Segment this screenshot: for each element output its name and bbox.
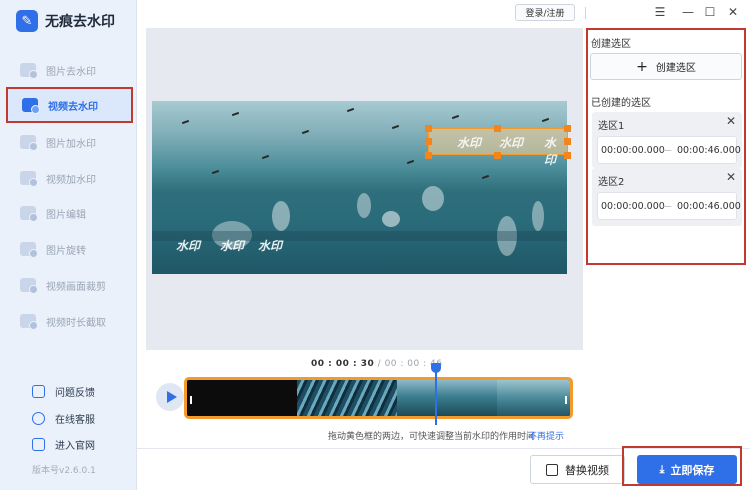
save-now-button[interactable]: ⤓ 立即保存 (637, 455, 737, 484)
region-end-time: 00:00:46.000 (677, 200, 741, 212)
trim-handle-left[interactable] (190, 396, 192, 404)
selection-handle[interactable] (564, 125, 571, 132)
watermark-text: 水印 (457, 136, 482, 150)
created-section-title: 已创建的选区 (591, 98, 651, 109)
watermark-text: 水印 (258, 239, 283, 253)
play-button[interactable] (156, 383, 184, 411)
image-icon (20, 135, 38, 151)
close-window-icon[interactable]: ✕ (724, 3, 742, 21)
sidebar-item-image-remove-watermark[interactable]: 图片去水印 (20, 60, 130, 80)
timeline-hint: 拖动黄色框的两边，可快速调整当前水印的作用时间 (328, 432, 536, 442)
selection-handle[interactable] (425, 152, 432, 159)
region-name: 选区1 (598, 121, 625, 132)
website-icon (32, 438, 45, 451)
sidebar-item-label: 图片加水印 (46, 138, 96, 150)
menu-icon[interactable]: ☰ (651, 3, 669, 21)
close-icon[interactable]: ✕ (726, 114, 736, 128)
selection-handle[interactable] (564, 152, 571, 159)
sidebar-item-label: 视频画面裁剪 (46, 281, 106, 293)
region-card[interactable]: 选区1 ✕ 00:00:00.000 — 00:00:46.000 (592, 112, 742, 168)
sidebar-item-image-edit[interactable]: 图片编辑 (20, 203, 130, 223)
save-now-label: 立即保存 (670, 463, 715, 477)
support-label: 在线客服 (55, 415, 95, 426)
region-start-time: 00:00:00.000 (601, 200, 665, 212)
image-icon (20, 206, 38, 222)
login-button[interactable]: 登录/注册 (515, 4, 575, 21)
download-icon: ⤓ (659, 462, 665, 476)
replace-video-label: 替换视频 (565, 463, 609, 477)
plus-icon: + (636, 58, 648, 75)
selection-handle[interactable] (425, 138, 432, 145)
range-dash: — (662, 144, 672, 156)
replace-video-button[interactable]: 替换视频 (530, 455, 625, 484)
support-link[interactable]: 在线客服 (32, 411, 95, 426)
website-link[interactable]: 进入官网 (32, 437, 95, 452)
sidebar-item-image-rotate[interactable]: 图片旋转 (20, 239, 130, 259)
sidebar-item-video-trim[interactable]: 视频时长截取 (20, 311, 130, 331)
watermark-text: 水印 (176, 239, 201, 253)
region-start-time: 00:00:00.000 (601, 144, 665, 156)
create-selection-button[interactable]: + 创建选区 (590, 53, 742, 80)
topbar-divider (585, 7, 586, 19)
replace-icon (546, 463, 558, 476)
watermark-text: 水印 (499, 136, 524, 150)
current-time: 00 : 00 : 30 (311, 359, 375, 369)
create-section-title: 创建选区 (591, 39, 631, 50)
range-dash: — (662, 200, 672, 212)
sidebar-item-label: 图片旋转 (46, 245, 86, 257)
selection-handle[interactable] (425, 125, 432, 132)
feedback-icon (32, 385, 45, 398)
trim-handle-right[interactable] (565, 396, 567, 404)
watermark-text: 水印 (220, 239, 245, 253)
version-label: 版本号v2.6.0.1 (32, 466, 96, 476)
region-time-range[interactable]: 00:00:00.000 — 00:00:46.000 (597, 136, 741, 164)
image-icon (20, 242, 38, 258)
feedback-label: 问题反馈 (55, 388, 95, 399)
sidebar-item-video-add-watermark[interactable]: 视频加水印 (20, 168, 130, 188)
sidebar-item-video-remove-watermark[interactable]: 视频去水印 (6, 87, 133, 123)
sidebar-item-label: 视频时长截取 (46, 317, 106, 329)
playhead[interactable] (431, 363, 441, 425)
sidebar: ✎ 无痕去水印 图片去水印 视频去水印 图片加水印 视频加水印 图片编辑 图片旋… (0, 0, 137, 490)
create-selection-label: 创建选区 (655, 63, 696, 74)
timeline-track[interactable] (184, 377, 573, 419)
selection-handle[interactable] (564, 138, 571, 145)
selection-handle[interactable] (494, 125, 501, 132)
selection-handle[interactable] (494, 152, 501, 159)
sidebar-item-label: 视频去水印 (48, 101, 98, 113)
sidebar-item-label: 视频加水印 (46, 174, 96, 186)
sidebar-item-image-add-watermark[interactable]: 图片加水印 (20, 132, 130, 152)
app-title: 无痕去水印 (45, 14, 115, 30)
dismiss-hint-link[interactable]: 不再提示 (528, 429, 564, 442)
support-icon (32, 412, 45, 425)
close-icon[interactable]: ✕ (726, 170, 736, 184)
time-display: 00 : 00 : 30 / 00 : 00 : 46 (311, 359, 442, 369)
region-end-time: 00:00:46.000 (677, 144, 741, 156)
video-icon (20, 278, 38, 294)
time-separator: / (374, 359, 385, 369)
play-icon (166, 391, 177, 403)
video-icon (22, 98, 40, 114)
feedback-link[interactable]: 问题反馈 (32, 384, 95, 399)
region-name: 选区2 (598, 177, 625, 188)
website-label: 进入官网 (55, 441, 95, 452)
region-card[interactable]: 选区2 ✕ 00:00:00.000 — 00:00:46.000 (592, 168, 742, 226)
sidebar-item-label: 图片去水印 (46, 66, 96, 78)
maximize-icon[interactable]: ☐ (701, 3, 719, 21)
video-icon (20, 314, 38, 330)
sidebar-item-label: 图片编辑 (46, 209, 86, 221)
watermark-selection-box[interactable]: 水印 水印 水印 (428, 128, 568, 167)
app-logo: ✎ 无痕去水印 (16, 10, 115, 32)
region-time-range[interactable]: 00:00:00.000 — 00:00:46.000 (597, 192, 741, 220)
minimize-icon[interactable]: — (679, 3, 697, 21)
image-icon (20, 63, 38, 79)
video-frame[interactable]: 水印 水印 水印 (152, 101, 567, 274)
sidebar-item-video-crop[interactable]: 视频画面裁剪 (20, 275, 130, 295)
logo-icon: ✎ (16, 10, 38, 32)
video-icon (20, 171, 38, 187)
